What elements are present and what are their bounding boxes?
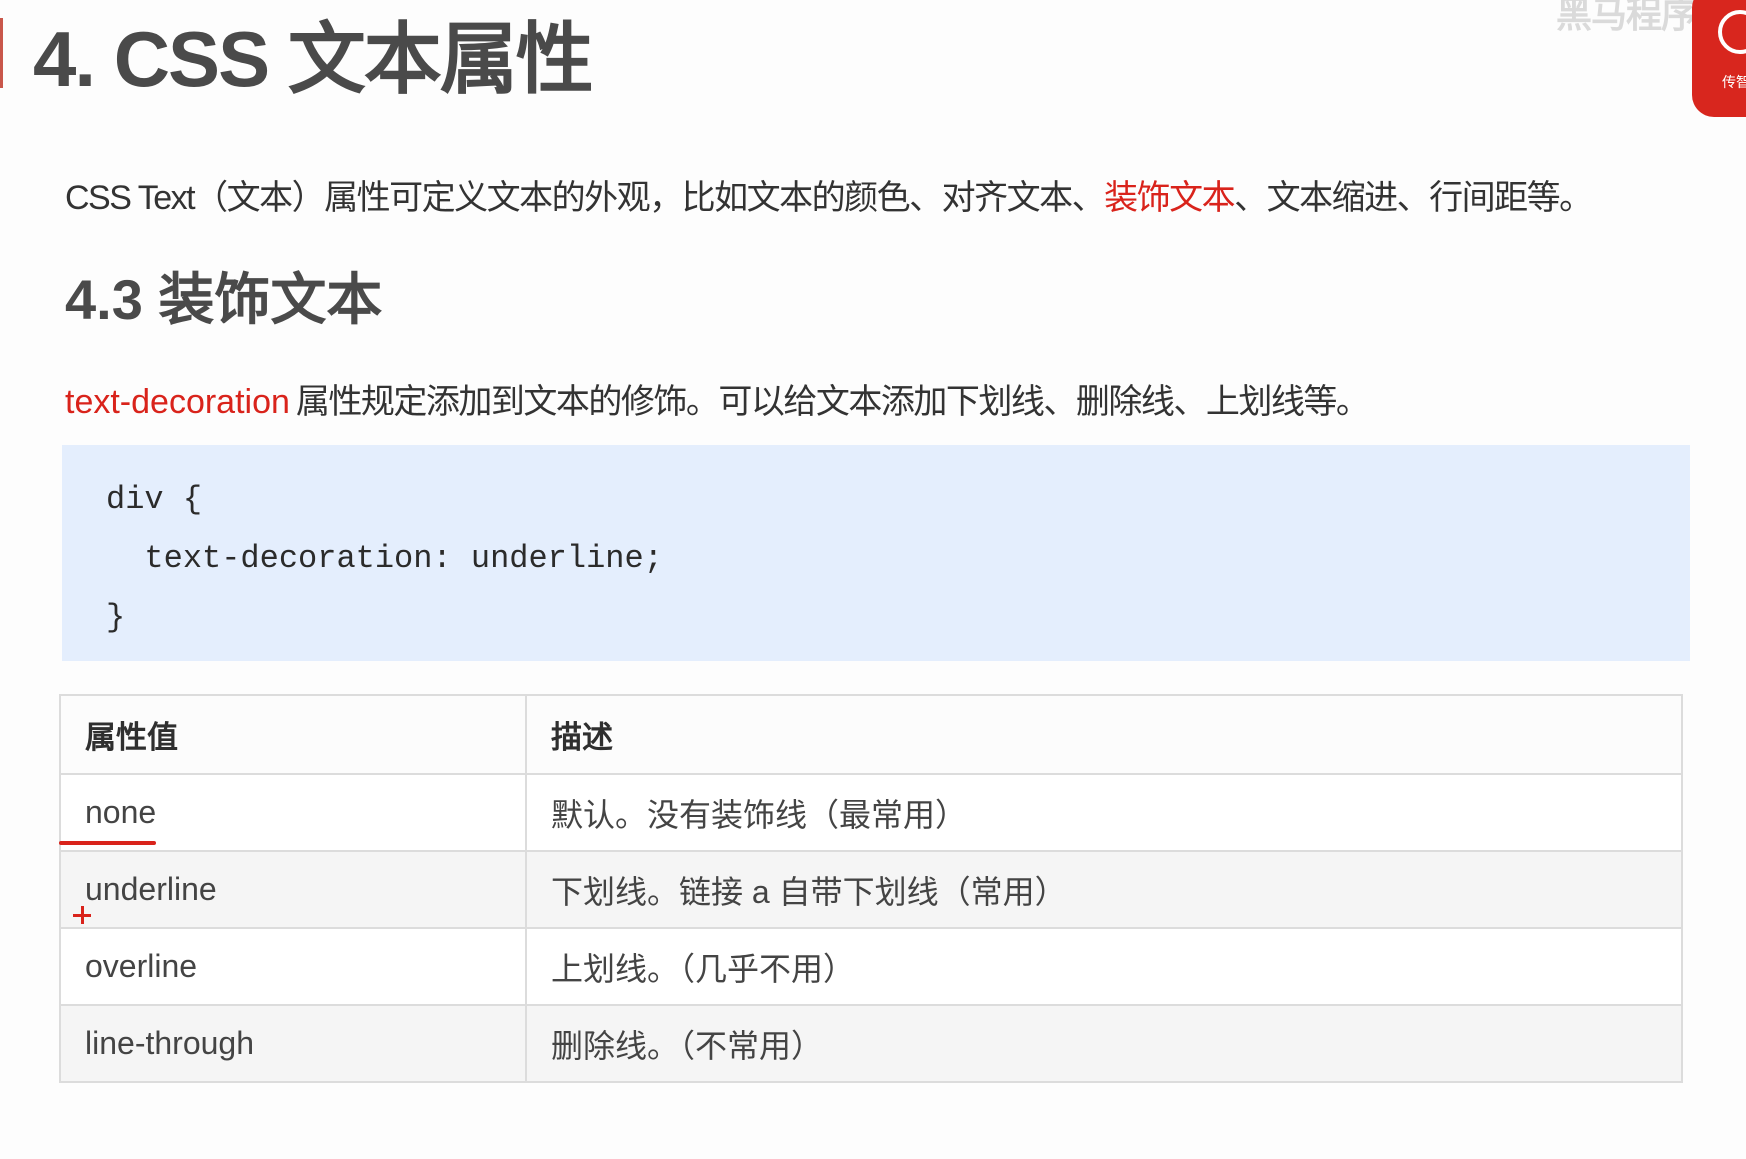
logo-badge: 传智 bbox=[1692, 0, 1746, 117]
code-line: text-decoration: underline; bbox=[106, 540, 663, 577]
intro-text-before: CSS Text（文本）属性可定义文本的外观，比如文本的颜色、对齐文本、 bbox=[65, 179, 1106, 217]
table-cell-description: 删除线。（不常用） bbox=[551, 1027, 824, 1064]
code-line: div { bbox=[106, 481, 203, 518]
table-row: line-through 删除线。（不常用） bbox=[61, 1004, 1681, 1081]
brand-logo: 传智 bbox=[1692, 0, 1746, 117]
property-name-highlight: text-decoration bbox=[65, 383, 290, 421]
table-cell-value: none bbox=[61, 775, 527, 850]
table-cell-description: 下划线。链接 a 自带下划线（常用） bbox=[551, 873, 1067, 910]
page-title: 4. CSS 文本属性 bbox=[33, 15, 594, 103]
values-table: 属性值 描述 none 默认。没有装饰线（最常用） underline 下划线。… bbox=[59, 694, 1683, 1083]
code-example: div { text-decoration: underline; } bbox=[62, 445, 1690, 661]
crosshair-icon bbox=[73, 906, 91, 924]
table-header-row: 属性值 描述 bbox=[61, 696, 1681, 773]
description-paragraph: text-decoration 属性规定添加到文本的修饰。可以给文本添加下划线、删… bbox=[65, 380, 1370, 424]
red-underline-mark bbox=[59, 841, 156, 845]
table-cell-value: overline bbox=[61, 929, 527, 1004]
table-header-cell: 描述 bbox=[551, 720, 613, 755]
table-cell-value: underline bbox=[61, 852, 527, 927]
table-header-cell: 属性值 bbox=[61, 696, 527, 773]
description-text: 属性规定添加到文本的修饰。可以给文本添加下划线、删除线、上划线等。 bbox=[295, 383, 1370, 421]
table-cell-value: line-through bbox=[61, 1006, 527, 1081]
intro-text-after: 、文本缩进、行间距等。 bbox=[1234, 179, 1593, 217]
circle-ring-icon bbox=[1718, 10, 1746, 54]
table-cell-description: 默认。没有装饰线（最常用） bbox=[551, 796, 968, 833]
intro-paragraph: CSS Text（文本）属性可定义文本的外观，比如文本的颜色、对齐文本、装饰文本… bbox=[65, 176, 1593, 220]
brand-watermark: 黑马程序 bbox=[1556, 0, 1697, 35]
logo-badge-text: 传智 bbox=[1722, 74, 1746, 90]
table-cell-description: 上划线。（几乎不用） bbox=[551, 950, 856, 987]
code-line: } bbox=[106, 599, 126, 636]
intro-highlight: 装饰文本 bbox=[1104, 179, 1236, 217]
left-edge-mark bbox=[0, 18, 3, 88]
table-row: none 默认。没有装饰线（最常用） bbox=[61, 773, 1681, 850]
table-row: underline 下划线。链接 a 自带下划线（常用） bbox=[61, 850, 1681, 927]
table-row: overline 上划线。（几乎不用） bbox=[61, 927, 1681, 1004]
section-heading: 4.3 装饰文本 bbox=[65, 268, 383, 331]
